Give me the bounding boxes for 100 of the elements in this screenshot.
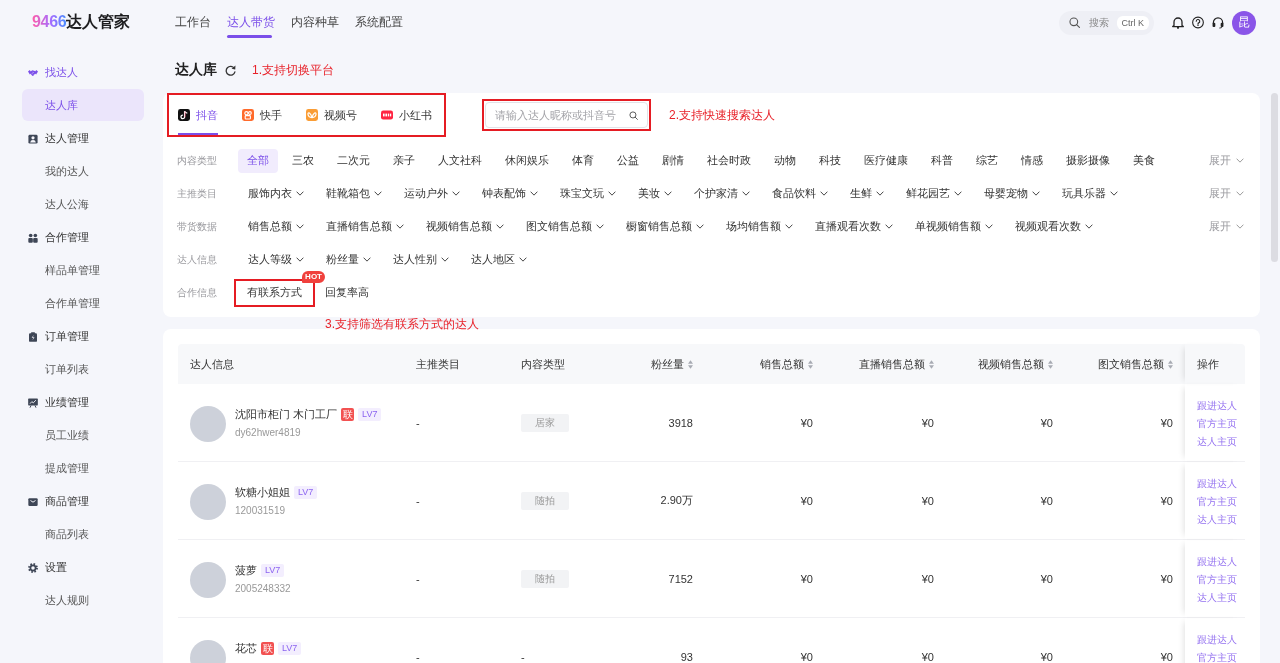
help-icon[interactable] <box>1192 16 1204 29</box>
scrollbar-thumb[interactable] <box>1271 93 1278 262</box>
sidebar-group[interactable]: 找达人 <box>22 56 144 89</box>
filter-dropdown[interactable]: 珠宝文玩 <box>550 181 626 206</box>
search-icon[interactable] <box>629 110 638 120</box>
filter-chip[interactable]: 亲子 <box>384 148 424 173</box>
filter-dropdown[interactable]: 达人等级 <box>238 247 314 272</box>
filter-chip[interactable]: 公益 <box>608 148 648 173</box>
action-link[interactable]: 官方主页 <box>1197 493 1237 511</box>
filter-chip[interactable]: 回复率高 <box>316 280 378 305</box>
filter-chip[interactable]: 科普 <box>922 148 962 173</box>
creator-name[interactable]: 菠萝 <box>235 562 257 578</box>
sidebar-group[interactable]: 设置 <box>22 551 144 584</box>
filter-chip[interactable]: 医疗健康 <box>855 148 917 173</box>
platform-tab[interactable]: 抖音 <box>178 95 218 135</box>
filter-dropdown[interactable]: 玩具乐器 <box>1052 181 1128 206</box>
sort-icon[interactable] <box>688 359 693 369</box>
filter-chip[interactable]: 全部 <box>238 148 278 173</box>
action-link[interactable]: 官方主页 <box>1197 415 1237 433</box>
filter-dropdown[interactable]: 销售总额 <box>238 214 314 239</box>
nav-tab[interactable]: 系统配置 <box>355 0 404 45</box>
filter-dropdown[interactable]: 母婴宠物 <box>974 181 1050 206</box>
filter-dropdown[interactable]: 直播销售总额 <box>316 214 414 239</box>
filter-dropdown[interactable]: 服饰内衣 <box>238 181 314 206</box>
filter-dropdown[interactable]: 视频销售总额 <box>416 214 514 239</box>
action-link[interactable]: 跟进达人 <box>1197 397 1237 415</box>
platform-tab[interactable]: 视频号 <box>306 95 357 135</box>
action-link[interactable]: 官方主页 <box>1197 571 1237 589</box>
nav-tab[interactable]: 达人带货 <box>227 0 276 45</box>
sidebar-group[interactable]: 达人管理 <box>22 122 144 155</box>
search-field[interactable]: 请输入达人昵称或抖音号 <box>485 102 648 128</box>
column-header[interactable]: 视频销售总额 <box>946 344 1065 384</box>
sort-icon[interactable] <box>1048 359 1053 369</box>
sidebar-item[interactable]: 提成管理 <box>22 452 144 484</box>
filter-dropdown[interactable]: 图文销售总额 <box>516 214 614 239</box>
filter-dropdown[interactable]: 生鲜 <box>840 181 894 206</box>
headset-icon[interactable] <box>1212 16 1224 29</box>
action-link[interactable]: 达人主页 <box>1197 511 1237 529</box>
filter-chip[interactable]: 人文社科 <box>429 148 491 173</box>
sidebar-item[interactable]: 订单列表 <box>22 353 144 385</box>
filter-chip[interactable]: 剧情 <box>653 148 693 173</box>
column-header[interactable]: 图文销售总额 <box>1065 344 1185 384</box>
sort-icon[interactable] <box>1168 359 1173 369</box>
filter-dropdown[interactable]: 视频观看次数 <box>1005 214 1103 239</box>
filter-dropdown[interactable]: 个护家清 <box>684 181 760 206</box>
filter-dropdown[interactable]: 橱窗销售总额 <box>616 214 714 239</box>
filter-dropdown[interactable]: 鞋靴箱包 <box>316 181 392 206</box>
column-header[interactable]: 粉丝量 <box>600 344 705 384</box>
sidebar-item[interactable]: 合作单管理 <box>22 287 144 319</box>
filter-chip[interactable]: 科技 <box>810 148 850 173</box>
creator-name[interactable]: 花芯 <box>235 640 257 656</box>
action-link[interactable]: 官方主页 <box>1197 649 1237 663</box>
sidebar-item[interactable]: 达人规则 <box>22 584 144 616</box>
filter-dropdown[interactable]: 达人地区 <box>461 247 537 272</box>
nav-tab[interactable]: 内容种草 <box>291 0 340 45</box>
platform-tab[interactable]: 小红书 <box>381 95 432 135</box>
filter-dropdown[interactable]: 粉丝量 <box>316 247 381 272</box>
filter-dropdown[interactable]: 直播观看次数 <box>805 214 903 239</box>
filter-chip[interactable]: 二次元 <box>328 148 379 173</box>
action-link[interactable]: 跟进达人 <box>1197 631 1237 649</box>
action-link[interactable]: 达人主页 <box>1197 589 1237 607</box>
sort-icon[interactable] <box>808 359 813 369</box>
creator-name[interactable]: 软糖小姐姐 <box>235 484 290 500</box>
filter-dropdown[interactable]: 达人性别 <box>383 247 459 272</box>
action-link[interactable]: 达人主页 <box>1197 433 1237 451</box>
filter-chip[interactable]: 摄影摄像 <box>1057 148 1119 173</box>
action-link[interactable]: 跟进达人 <box>1197 475 1237 493</box>
creator-name[interactable]: 沈阳市柜门 木门工厂 <box>235 406 338 422</box>
filter-chip[interactable]: 综艺 <box>967 148 1007 173</box>
filter-chip[interactable]: 动物 <box>765 148 805 173</box>
sidebar-item[interactable]: 达人公海 <box>22 188 144 220</box>
filter-chip[interactable]: 社会时政 <box>698 148 760 173</box>
filter-dropdown[interactable]: 食品饮料 <box>762 181 838 206</box>
sidebar-group[interactable]: 订单管理 <box>22 320 144 353</box>
bell-icon[interactable] <box>1172 16 1184 29</box>
sort-icon[interactable] <box>929 359 934 369</box>
sidebar-item[interactable]: 我的达人 <box>22 155 144 187</box>
column-header[interactable]: 直播销售总额 <box>825 344 946 384</box>
sidebar-item[interactable]: 达人库 <box>22 89 144 121</box>
sidebar-item[interactable]: 员工业绩 <box>22 419 144 451</box>
action-link[interactable]: 跟进达人 <box>1197 553 1237 571</box>
user-avatar[interactable]: 昆 <box>1232 10 1256 35</box>
sidebar-group[interactable]: 业绩管理 <box>22 386 144 419</box>
filter-chip[interactable]: 美食 <box>1124 148 1164 173</box>
filter-chip[interactable]: 体育 <box>563 148 603 173</box>
filter-chip[interactable]: 有联系方式 <box>238 280 311 305</box>
filter-chip[interactable]: 休闲娱乐 <box>496 148 558 173</box>
sidebar-item[interactable]: 商品列表 <box>22 518 144 550</box>
platform-tab[interactable]: 快手 <box>242 95 282 135</box>
filter-dropdown[interactable]: 钟表配饰 <box>472 181 548 206</box>
column-header[interactable]: 销售总额 <box>705 344 825 384</box>
refresh-icon[interactable] <box>225 64 236 76</box>
filter-dropdown[interactable]: 单视频销售额 <box>905 214 1003 239</box>
filter-dropdown[interactable]: 鲜花园艺 <box>896 181 972 206</box>
sidebar-group[interactable]: 合作管理 <box>22 221 144 254</box>
filter-chip[interactable]: 三农 <box>283 148 323 173</box>
sidebar-group[interactable]: 商品管理 <box>22 485 144 518</box>
nav-tab[interactable]: 工作台 <box>175 0 212 45</box>
filter-chip[interactable]: 情感 <box>1012 148 1052 173</box>
filter-dropdown[interactable]: 运动户外 <box>394 181 470 206</box>
